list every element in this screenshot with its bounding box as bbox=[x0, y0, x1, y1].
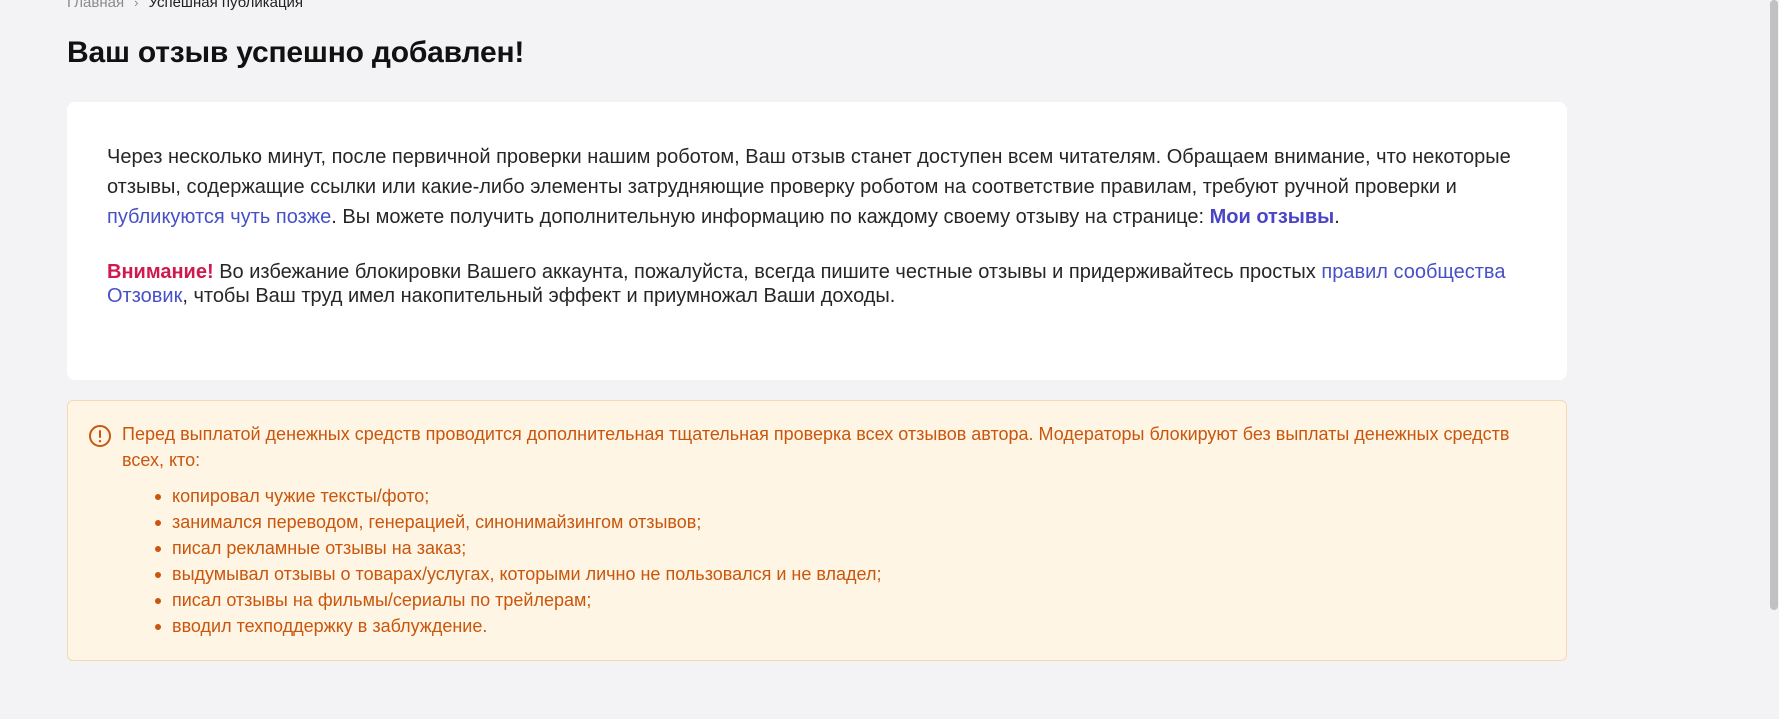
intro-text: Через несколько минут, после первичной п… bbox=[107, 146, 1511, 198]
page: Главная › Успешная публикация Ваш отзыв … bbox=[0, 0, 1779, 719]
violations-list-item: копировал чужие тексты/фото; bbox=[155, 483, 1542, 509]
my-reviews-link[interactable]: Мои отзывы bbox=[1210, 206, 1335, 228]
intro-text-continued: . Вы можете получить дополнительную инфо… bbox=[331, 206, 1210, 228]
breadcrumb: Главная › Успешная публикация bbox=[67, 0, 303, 13]
payout-warning-alert: Перед выплатой денежных средств проводит… bbox=[67, 400, 1567, 661]
exclamation-circle-icon bbox=[89, 425, 111, 447]
violations-list: копировал чужие тексты/фото; занимался пе… bbox=[88, 483, 1542, 639]
intro-end: . bbox=[1334, 206, 1340, 228]
warning-paragraph: Внимание! Во избежание блокировки Вашего… bbox=[107, 260, 1527, 308]
warning-text: Во избежание блокировки Вашего аккаунта,… bbox=[213, 261, 1322, 283]
violations-list-item: писал рекламные отзывы на заказ; bbox=[155, 535, 1542, 561]
violations-list-item: выдумывал отзывы о товарах/услугах, кото… bbox=[155, 561, 1542, 587]
alert-text: Перед выплатой денежных средств проводит… bbox=[122, 424, 1510, 470]
violations-list-item: занимался переводом, генерацией, синоним… bbox=[155, 509, 1542, 535]
page-title: Ваш отзыв успешно добавлен! bbox=[67, 36, 525, 69]
scrollbar[interactable] bbox=[1768, 0, 1779, 719]
warning-text-end: , чтобы Ваш труд имел накопительный эффе… bbox=[182, 285, 896, 307]
breadcrumb-separator: › bbox=[134, 0, 139, 10]
scrollbar-thumb[interactable] bbox=[1770, 0, 1778, 610]
success-card: Через несколько минут, после первичной п… bbox=[67, 102, 1567, 380]
published-later-link[interactable]: публикуются чуть позже bbox=[107, 206, 331, 228]
attention-label: Внимание! bbox=[107, 261, 214, 283]
intro-paragraph: Через несколько минут, после первичной п… bbox=[107, 142, 1527, 232]
alert-header: Перед выплатой денежных средств проводит… bbox=[88, 421, 1542, 473]
violations-list-item: вводил техподдержку в заблуждение. bbox=[155, 613, 1542, 639]
violations-list-item: писал отзывы на фильмы/сериалы по трейле… bbox=[155, 587, 1542, 613]
breadcrumb-home-link[interactable]: Главная bbox=[67, 0, 124, 13]
breadcrumb-current: Успешная публикация bbox=[148, 0, 304, 11]
